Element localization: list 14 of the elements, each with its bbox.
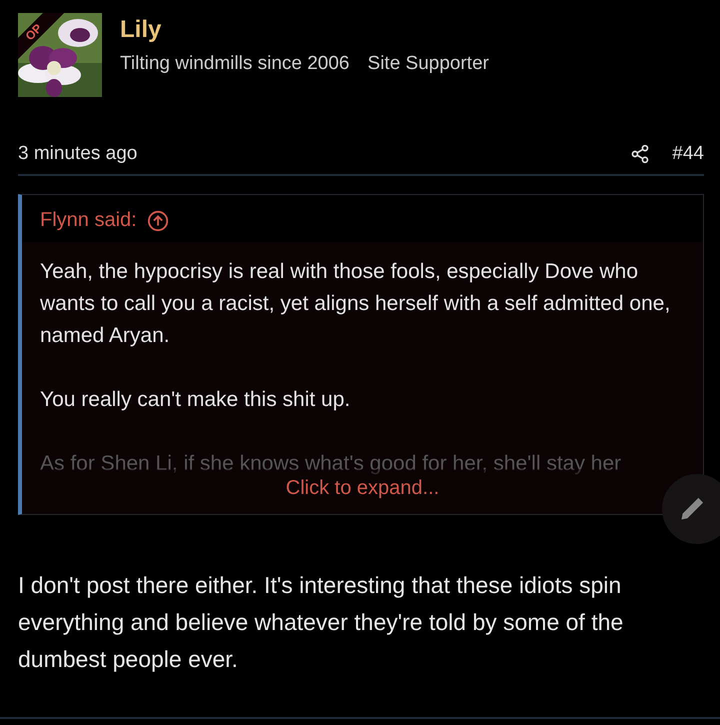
user-title: Tilting windmills since 2006 xyxy=(120,53,350,75)
quote-attribution[interactable]: Flynn said: xyxy=(40,209,137,232)
post-number[interactable]: #44 xyxy=(672,143,704,165)
post-time[interactable]: 3 minutes ago xyxy=(18,143,138,165)
arrow-up-icon[interactable] xyxy=(146,210,169,232)
expand-link[interactable]: Click to expand... xyxy=(286,477,440,499)
quote-text: You really can't make this shit up. xyxy=(40,387,352,413)
quote-text: Yeah, the hypocrisy is real with those fools, especially Dove who wants to call you a racist, yet aligns herself with a self admitted one, named Aryan. xyxy=(40,259,672,349)
share-icon[interactable] xyxy=(630,144,650,164)
quote-text: As for Shen Li, if she knows what's good for her, she'll stay her xyxy=(40,451,622,477)
banner-label: Site Supporter xyxy=(368,53,489,75)
username[interactable]: Lily xyxy=(120,15,489,45)
post-text: I don't post there either. It's interesting that these idiots spin everything and believe whatever they're told by some of the dumbest people ever. xyxy=(18,571,624,674)
edit-button[interactable] xyxy=(662,474,720,544)
